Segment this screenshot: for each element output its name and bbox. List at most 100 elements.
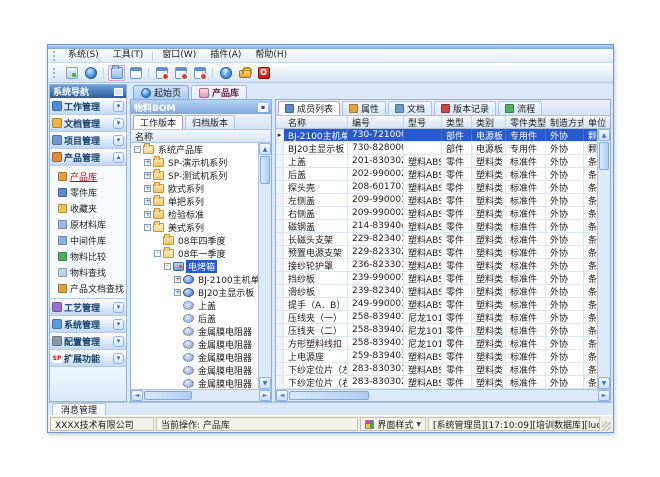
tree-node-18[interactable]: 金属膜电阻器 bbox=[131, 377, 258, 389]
column-header-7[interactable]: 单位 bbox=[584, 116, 606, 128]
expand-icon[interactable]: + bbox=[174, 289, 181, 296]
column-header-1[interactable]: 编号 bbox=[348, 116, 404, 128]
menu-item-2[interactable]: 窗口(W) bbox=[155, 49, 203, 62]
scroll-left-icon[interactable]: ◄ bbox=[131, 390, 143, 401]
collapse-icon[interactable]: - bbox=[134, 146, 141, 153]
column-header-2[interactable]: 型号 bbox=[404, 116, 442, 128]
scroll-right-icon[interactable]: ► bbox=[598, 390, 610, 401]
tree-node-10[interactable]: +BJ-2100主机单点 bbox=[131, 273, 258, 286]
chevron-down-icon[interactable]: ▾ bbox=[113, 319, 124, 330]
table-row[interactable]: 上盖201-830302-00I塑料ABS零件塑料类标准件外协条 bbox=[276, 155, 597, 168]
sidebar-section-0[interactable]: 工作管理▾ bbox=[50, 98, 126, 115]
sidebar-item-5[interactable]: 物料比较 bbox=[50, 248, 126, 264]
chevron-down-icon[interactable]: ▾ bbox=[113, 336, 124, 347]
expand-icon[interactable]: + bbox=[144, 185, 151, 192]
exit-button[interactable]: O bbox=[255, 65, 272, 81]
scroll-up-icon[interactable]: ▲ bbox=[259, 143, 271, 155]
detail-tab-0[interactable]: 成员列表 bbox=[278, 101, 340, 115]
window-list-button[interactable] bbox=[127, 65, 144, 81]
tree-node-3[interactable]: +欧式系列 bbox=[131, 182, 258, 195]
table-row[interactable]: 提手（A．B）249-990001-01I塑料ABS零件塑料类标准件外协条 bbox=[276, 298, 597, 311]
table-hscroll-thumb[interactable] bbox=[289, 391, 369, 400]
window-new-button[interactable] bbox=[153, 65, 170, 81]
table-row[interactable]: 压线夹（二）258-839402-00I尼龙1010零件塑料类标准件外协条 bbox=[276, 324, 597, 337]
tree-node-0[interactable]: -系统产品库 bbox=[131, 143, 258, 156]
tree-vscroll-thumb[interactable] bbox=[260, 156, 270, 184]
chevron-down-icon[interactable]: ▾ bbox=[113, 135, 124, 146]
tree-node-9[interactable]: -电烤箱 bbox=[131, 260, 258, 273]
menu-item-1[interactable]: 工具(T) bbox=[106, 49, 151, 62]
chevron-up-icon[interactable]: ▴ bbox=[113, 152, 124, 163]
window-refresh-button[interactable] bbox=[172, 65, 189, 81]
sidebar-section-7[interactable]: SP扩展功能▾ bbox=[50, 350, 126, 367]
table-vertical-scrollbar[interactable]: ▲ ▼ bbox=[597, 129, 610, 389]
sidebar-section-4[interactable]: 工艺管理▾ bbox=[50, 299, 126, 316]
tree-node-1[interactable]: +SP-演示机系列 bbox=[131, 156, 258, 169]
table-row[interactable]: 左侧盖209-990001-01I塑料ABS零件塑料类标准件外协条 bbox=[276, 194, 597, 207]
chevron-down-icon[interactable]: ▾ bbox=[113, 118, 124, 129]
column-header-3[interactable]: 类型 bbox=[442, 116, 472, 128]
chevron-down-icon[interactable]: ▾ bbox=[113, 101, 124, 112]
chevron-down-icon[interactable]: ▾ bbox=[113, 353, 124, 364]
sidebar-item-6[interactable]: 物料查找 bbox=[50, 264, 126, 280]
table-row[interactable]: 下纱定位片（左）283-830301-00I塑料ABS零件塑料类标准件外协条 bbox=[276, 363, 597, 376]
ui-style-selector[interactable]: 界面样式 ▼ bbox=[360, 417, 426, 431]
scroll-down-icon[interactable]: ▼ bbox=[598, 377, 610, 389]
bom-tab-0[interactable]: 工作版本 bbox=[133, 115, 183, 129]
lock-button[interactable] bbox=[236, 65, 253, 81]
sidebar-item-2[interactable]: 收藏夹 bbox=[50, 200, 126, 216]
scroll-right-icon[interactable]: ► bbox=[259, 390, 271, 401]
table-vscroll-thumb[interactable] bbox=[599, 142, 609, 170]
table-row[interactable]: 挡纱板239-990001-01I塑料ABS零件塑料类标准件外协条 bbox=[276, 272, 597, 285]
table-row[interactable]: 长磁头支架229-823401-00I塑料ABS零件塑料类标准件外协条 bbox=[276, 233, 597, 246]
table-row[interactable]: 探头壳208-601701-01I塑料ABS零件塑料类标准件外协条 bbox=[276, 181, 597, 194]
table-horizontal-scrollbar[interactable]: ◄ ► bbox=[276, 389, 610, 401]
tree-hscroll-thumb[interactable] bbox=[144, 391, 192, 400]
tree-vertical-scrollbar[interactable]: ▲ ▼ bbox=[258, 143, 271, 389]
help-button[interactable]: ? bbox=[217, 65, 234, 81]
table-row[interactable]: 压线夹（一）258-839401-00I尼龙1010零件塑料类标准件外协条 bbox=[276, 311, 597, 324]
column-header-6[interactable]: 制造方式 bbox=[546, 116, 584, 128]
sidebar-item-0[interactable]: 产品库 bbox=[50, 168, 126, 184]
menu-item-0[interactable]: 系统(S) bbox=[61, 49, 106, 62]
expand-icon[interactable]: + bbox=[144, 198, 151, 205]
tree-node-15[interactable]: 金属膜电阻器 bbox=[131, 338, 258, 351]
table-row[interactable]: 预置电源支架229-823302-00I塑料ABS零件塑料类标准件外协条 bbox=[276, 246, 597, 259]
table-row[interactable]: 磁钢盖214-839404-01I塑料ABS零件塑料类标准件外协条 bbox=[276, 220, 597, 233]
tree-node-7[interactable]: 08年四季度 bbox=[131, 234, 258, 247]
expand-icon[interactable]: + bbox=[144, 211, 151, 218]
tree-horizontal-scrollbar[interactable]: ◄ ► bbox=[131, 389, 271, 401]
detail-tab-3[interactable]: 版本记录 bbox=[434, 101, 496, 115]
table-row[interactable]: 接纱轮护罩236-823301-00I塑料ABS零件塑料类标准件外协条 bbox=[276, 259, 597, 272]
column-header-0[interactable]: 名称 bbox=[284, 116, 348, 128]
menu-item-3[interactable]: 插件(A) bbox=[203, 49, 248, 62]
open-folder-button[interactable] bbox=[108, 65, 125, 81]
table-row[interactable]: 右侧盖209-990002-01I塑料ABS零件塑料类标准件外协条 bbox=[276, 207, 597, 220]
tree-node-12[interactable]: 上盖 bbox=[131, 299, 258, 312]
table-row[interactable]: 方形塑料线扣258-839403-00I尼龙1010零件塑料类标准件外协条 bbox=[276, 337, 597, 350]
table-row[interactable]: 上电源座259-839403-00I塑料ABS零件塑料类标准件外协条 bbox=[276, 350, 597, 363]
sidebar-panel-icon[interactable] bbox=[114, 88, 123, 96]
sidebar-section-3[interactable]: 产品管理▴ bbox=[50, 149, 126, 166]
table-row[interactable]: BJ20主显示板730-828000-04I部件电源板专用件外协颗 bbox=[276, 142, 597, 155]
tree-node-16[interactable]: 金属膜电阻器 bbox=[131, 351, 258, 364]
sidebar-item-1[interactable]: 零件库 bbox=[50, 184, 126, 200]
table-row[interactable]: 滑纱板239-823401-00I塑料ABS零件塑料类标准件外协条 bbox=[276, 285, 597, 298]
tree-node-5[interactable]: +检验标准 bbox=[131, 208, 258, 221]
expand-icon[interactable]: + bbox=[174, 276, 181, 283]
collapse-icon[interactable]: - bbox=[164, 263, 171, 270]
sidebar-item-4[interactable]: 中间件库 bbox=[50, 232, 126, 248]
detail-tab-4[interactable]: 流程 bbox=[498, 101, 542, 115]
sidebar-section-2[interactable]: 项目管理▾ bbox=[50, 132, 126, 149]
tree-node-6[interactable]: -美式系列 bbox=[131, 221, 258, 234]
table-row[interactable]: 后盖202-990002-01I塑料ABS零件塑料类标准件外协条 bbox=[276, 168, 597, 181]
collapse-icon[interactable]: - bbox=[144, 224, 151, 231]
sidebar-section-6[interactable]: 配置管理▾ bbox=[50, 333, 126, 350]
tree-node-4[interactable]: +单把系列 bbox=[131, 195, 258, 208]
tree-node-11[interactable]: +BJ20主显示板 bbox=[131, 286, 258, 299]
bom-panel-pin-icon[interactable]: ▪ bbox=[258, 103, 268, 112]
scroll-up-icon[interactable]: ▲ bbox=[598, 129, 610, 141]
chevron-down-icon[interactable]: ▾ bbox=[113, 302, 124, 313]
doc-tab-1[interactable]: 产品库 bbox=[191, 85, 247, 99]
bom-tab-1[interactable]: 归档版本 bbox=[185, 115, 235, 129]
